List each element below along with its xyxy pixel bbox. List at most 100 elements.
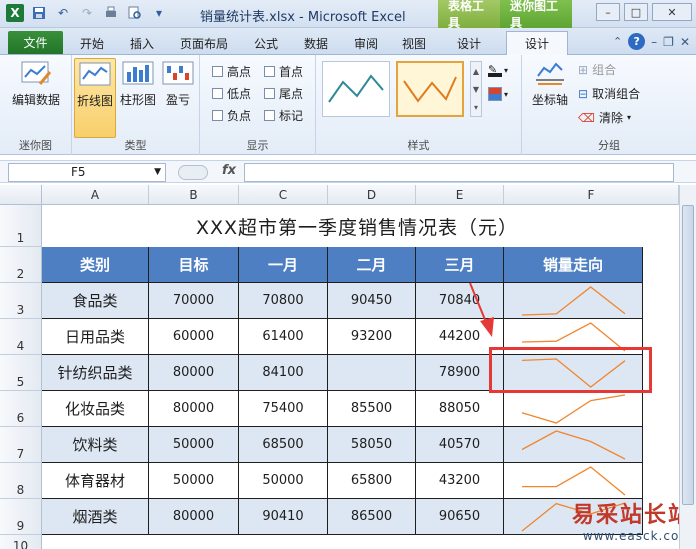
cell-jan[interactable]: 84100 [239,355,328,391]
close-icon[interactable]: ✕ [652,3,692,21]
column-header-b[interactable]: B [149,185,239,205]
cell-feb[interactable]: 65800 [328,463,416,499]
column-header-d[interactable]: D [328,185,416,205]
customize-qat-icon[interactable]: ▾ [150,4,168,22]
group-button[interactable]: ⊞ 组合 [578,61,616,78]
cell-category[interactable]: 食品类 [42,283,149,319]
sparkline-cell[interactable] [504,463,643,499]
tab-review[interactable]: 审阅 [346,32,386,54]
header-cell-feb[interactable]: 二月 [328,247,416,283]
sheet-title[interactable]: XXX超市第一季度销售情况表（元） [42,205,672,247]
tab-home[interactable]: 开始 [72,32,112,54]
select-all-corner[interactable] [0,185,42,205]
cell-category[interactable]: 体育器材 [42,463,149,499]
low-point-checkbox[interactable]: 低点 [212,85,251,102]
column-header-f[interactable]: F [504,185,679,205]
cell-jan[interactable]: 70800 [239,283,328,319]
cell-target[interactable]: 80000 [149,355,239,391]
cell-jan[interactable]: 90410 [239,499,328,535]
cell-mar[interactable]: 40570 [416,427,504,463]
row-header-4[interactable]: 4 [0,319,42,355]
sparkline-color-button[interactable]: ✎ ▾ [488,61,514,79]
header-cell-target[interactable]: 目标 [149,247,239,283]
axis-button[interactable]: 坐标轴 [526,58,574,108]
cell-category[interactable]: 化妆品类 [42,391,149,427]
cell-category[interactable]: 饮料类 [42,427,149,463]
cell-mar[interactable]: 43200 [416,463,504,499]
maximize-icon[interactable]: □ [624,3,648,21]
markers-checkbox[interactable]: 标记 [264,107,303,124]
redo-icon[interactable]: ↷ [78,4,96,22]
cell-target[interactable]: 70000 [149,283,239,319]
cell-feb[interactable]: 58050 [328,427,416,463]
edit-data-button[interactable]: 编辑数据 [6,58,66,108]
style-swatch-blue[interactable] [322,61,390,117]
row-header-3[interactable]: 3 [0,283,42,319]
sparkline-cell[interactable] [504,427,643,463]
tab-table-design[interactable]: 设计 [444,32,494,54]
cell-category[interactable]: 针纺织品类 [42,355,149,391]
column-header-e[interactable]: E [416,185,504,205]
last-point-checkbox[interactable]: 尾点 [264,85,303,102]
tab-formulas[interactable]: 公式 [246,32,286,54]
tab-insert[interactable]: 插入 [122,32,162,54]
cell-target[interactable]: 50000 [149,463,239,499]
first-point-checkbox[interactable]: 首点 [264,63,303,80]
cell-feb[interactable] [328,355,416,391]
zoom-preview-icon[interactable] [126,4,144,22]
tab-sparkline-design[interactable]: 设计 [506,31,568,55]
cell-category[interactable]: 日用品类 [42,319,149,355]
column-type-button[interactable]: 柱形图 [118,58,158,108]
row-header-8[interactable]: 8 [0,463,42,499]
cell-feb[interactable]: 86500 [328,499,416,535]
row-header-10[interactable]: 10 [0,535,42,549]
minimize-ribbon-icon[interactable]: ⌃ [613,35,622,48]
ungroup-button[interactable]: ⊟ 取消组合 [578,85,640,102]
cell-target[interactable]: 80000 [149,499,239,535]
tab-file[interactable]: 文件 [8,31,63,54]
cell-jan[interactable]: 68500 [239,427,328,463]
style-swatch-orange-selected[interactable] [396,61,464,117]
row-header-1[interactable]: 1 [0,205,42,247]
sparkline-cell[interactable] [504,391,643,427]
cell-target[interactable]: 50000 [149,427,239,463]
cell-category[interactable]: 烟酒类 [42,499,149,535]
formula-input[interactable] [244,163,674,182]
cell-target[interactable]: 80000 [149,391,239,427]
row-header-7[interactable]: 7 [0,427,42,463]
doc-restore-icon[interactable]: ❐ [663,35,674,49]
help-icon[interactable]: ? [628,33,646,50]
header-cell-category[interactable]: 类别 [42,247,149,283]
print-preview-icon[interactable] [102,4,120,22]
row-header-9[interactable]: 9 [0,499,42,535]
row-header-2[interactable]: 2 [0,247,42,283]
undo-icon[interactable]: ↶ [54,4,72,22]
row-header-5[interactable]: 5 [0,355,42,391]
tab-page-layout[interactable]: 页面布局 [172,32,236,54]
cell-feb[interactable]: 93200 [328,319,416,355]
clear-button[interactable]: ⌫ 清除 ▾ [578,109,631,126]
style-gallery-scroll[interactable]: ▲ ▼ ▾ [470,61,482,117]
insert-function-icon[interactable]: fx [222,163,236,178]
win-loss-type-button[interactable]: 盈亏 [160,58,196,108]
sparkline-cell[interactable] [504,283,643,319]
negative-point-checkbox[interactable]: 负点 [212,107,251,124]
doc-minimize-icon[interactable]: – [651,35,657,49]
formula-cancel-icon[interactable] [178,165,208,180]
column-header-a[interactable]: A [42,185,149,205]
row-header-6[interactable]: 6 [0,391,42,427]
vertical-scrollbar[interactable] [679,185,696,549]
tab-data[interactable]: 数据 [296,32,336,54]
name-box[interactable]: F5 ▼ [8,163,166,182]
cell-mar[interactable]: 88050 [416,391,504,427]
high-point-checkbox[interactable]: 高点 [212,63,251,80]
cell-mar[interactable]: 90650 [416,499,504,535]
doc-close-icon[interactable]: ✕ [680,35,690,49]
cell-target[interactable]: 60000 [149,319,239,355]
header-cell-trend[interactable]: 销量走向 [504,247,643,283]
cell-jan[interactable]: 50000 [239,463,328,499]
excel-logo-icon[interactable]: X [6,4,24,22]
save-icon[interactable] [30,4,48,22]
header-cell-jan[interactable]: 一月 [239,247,328,283]
cell-feb[interactable]: 85500 [328,391,416,427]
